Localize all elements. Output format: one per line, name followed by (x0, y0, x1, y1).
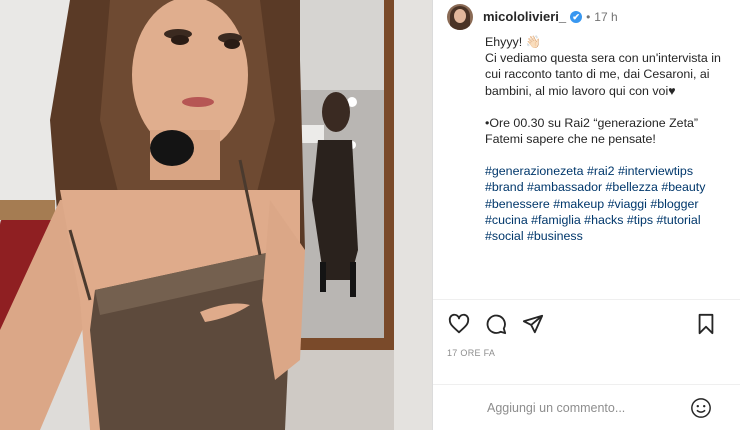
comment-input[interactable] (487, 400, 677, 415)
separator: • (586, 9, 591, 24)
speech-bubble-icon[interactable] (484, 312, 508, 336)
action-bar (433, 300, 740, 348)
comment-bar (433, 384, 740, 430)
post-caption: Ehyyy! 👋🏻 Ci vediamo questa sera con un'… (433, 34, 740, 299)
caption-line-4: Fatemi sapere che ne pensate! (485, 131, 656, 146)
caption-line-2: Ci vediamo questa sera con un'intervista… (485, 51, 721, 98)
post-time[interactable]: 17 h (594, 10, 617, 24)
caption-line-3: •Ore 00.30 su Rai2 “generazione Zeta” (485, 115, 699, 130)
selfie-image (0, 0, 432, 430)
post-date: 17 ORE FA (447, 348, 496, 359)
instagram-post-window: micololivieri_ ✔ • 17 h Ehyyy! 👋🏻 Ci ved… (0, 0, 740, 430)
verified-badge-icon: ✔ (570, 10, 583, 23)
caption-line-1: Ehyyy! 👋🏻 (485, 34, 542, 49)
paper-plane-icon[interactable] (521, 312, 545, 336)
bookmark-icon[interactable] (694, 312, 718, 336)
post-header: micololivieri_ ✔ • 17 h (433, 0, 740, 34)
post-photo[interactable] (0, 0, 433, 430)
username[interactable]: micololivieri_ (483, 9, 566, 24)
avatar[interactable] (447, 3, 473, 30)
heart-icon[interactable] (447, 312, 471, 336)
post-side-panel: micololivieri_ ✔ • 17 h Ehyyy! 👋🏻 Ci ved… (433, 0, 740, 430)
caption-hashtags[interactable]: #generazionezeta #rai2 #interviewtips #b… (485, 163, 726, 244)
smiley-icon[interactable] (690, 397, 712, 419)
